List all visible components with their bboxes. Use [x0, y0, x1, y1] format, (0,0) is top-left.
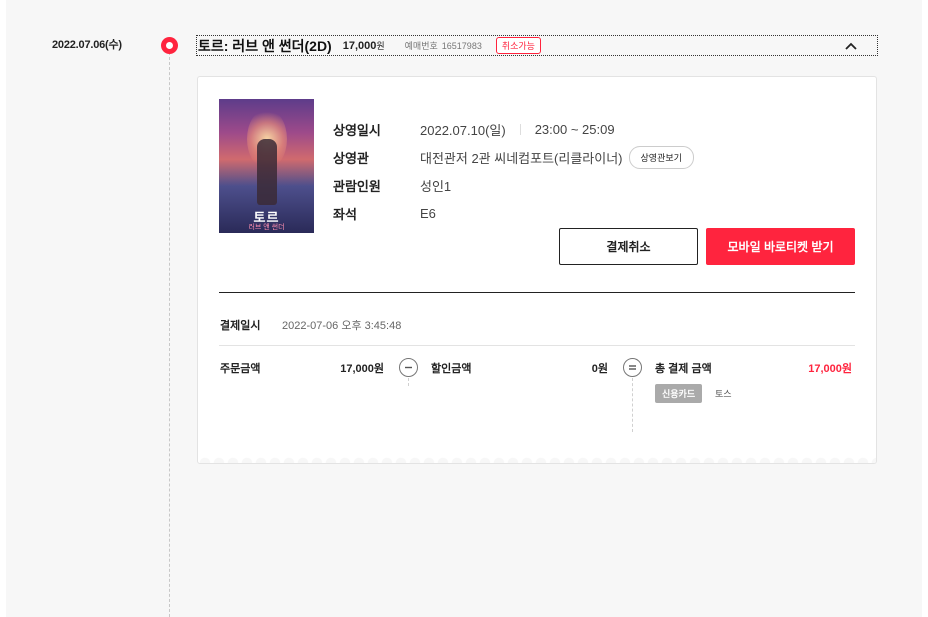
info-row-showtime: 상영일시 2022.07.10(일) 23:00 ~ 25:09	[333, 115, 694, 143]
order-amount-label: 주문금액	[220, 363, 261, 375]
booking-detail-card: 토르 러브 앤 썬더 상영일시 2022.07.10(일) 23:00 ~ 25…	[197, 76, 877, 464]
payment-method-badge: 신용카드	[655, 384, 703, 403]
receipt-edge	[198, 457, 876, 463]
status-badge: 취소가능	[495, 37, 541, 54]
showtime-time: 23:00 ~ 25:09	[534, 121, 615, 137]
payment-date-label: 결제일시	[220, 320, 261, 332]
booking-header[interactable]: 토르: 러브 앤 썬더(2D) 17,000원 예매번호 16517983 취소…	[196, 35, 878, 56]
poster-figure	[257, 139, 277, 205]
operator-dash	[632, 378, 633, 432]
movie-title: 토르: 러브 앤 썬더(2D)	[198, 37, 332, 54]
audience-label: 관람인원	[333, 178, 381, 194]
booking-number: 16517983	[441, 40, 482, 51]
booking-number-label: 예매번호	[404, 41, 438, 51]
divider	[519, 123, 521, 135]
seat-label: 좌석	[333, 206, 357, 222]
seat-value: E6	[420, 205, 436, 221]
timeline-dot-icon	[161, 37, 178, 54]
theater-label: 상영관	[333, 150, 369, 166]
movie-poster[interactable]: 토르 러브 앤 썬더	[219, 99, 314, 233]
payment-date-value: 2022-07-06 오후 3:45:48	[282, 320, 402, 332]
mobile-ticket-button[interactable]: 모바일 바로티켓 받기	[706, 228, 855, 265]
cancel-payment-button[interactable]: 결제취소	[559, 228, 698, 265]
audience-value: 성인1	[420, 178, 452, 194]
discount-amount-label: 할인금액	[431, 363, 472, 375]
equals-icon	[623, 358, 642, 377]
discount-amount-value: 0원	[591, 363, 608, 375]
order-amount-value: 17,000원	[340, 363, 384, 375]
poster-subtitle: 러브 앤 썬더	[248, 224, 285, 231]
timeline-line	[169, 52, 170, 617]
view-theater-button[interactable]: 상영관보기	[628, 145, 694, 169]
info-row-audience: 관람인원 성인1	[333, 171, 694, 199]
total-amount-label: 총 결제 금액	[655, 363, 712, 375]
minus-icon	[399, 358, 418, 377]
booking-date: 2022.07.06(수)	[52, 39, 122, 51]
total-amount-value: 17,000원	[808, 363, 852, 375]
theater-value: 대전관저 2관 씨네컴포트(리클라이너)	[420, 150, 623, 166]
booking-info: 상영일시 2022.07.10(일) 23:00 ~ 25:09 상영관 대전관…	[333, 115, 694, 227]
header-price-amount: 17,000	[342, 40, 377, 52]
divider	[219, 345, 855, 346]
header-price: 17,000원	[343, 39, 385, 52]
chevron-up-icon[interactable]	[843, 38, 859, 54]
divider	[219, 292, 855, 293]
operator-dash	[408, 378, 409, 386]
showtime-label: 상영일시	[333, 122, 381, 138]
info-row-theater: 상영관 대전관저 2관 씨네컴포트(리클라이너) 상영관보기	[333, 143, 694, 171]
header-price-unit: 원	[376, 41, 385, 51]
info-row-seat: 좌석 E6	[333, 199, 694, 227]
payment-provider: 토스	[715, 389, 732, 399]
showtime-date: 2022.07.10(일)	[420, 122, 506, 138]
